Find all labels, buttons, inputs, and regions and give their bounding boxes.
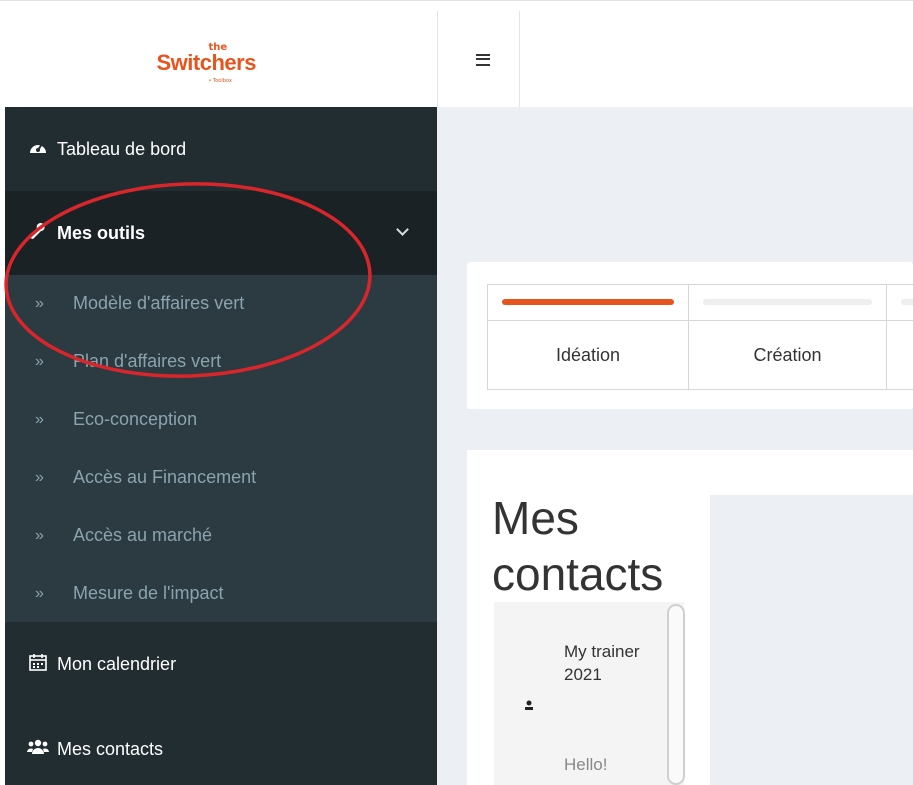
contacts-title: Mes contacts [492,492,664,600]
step-label: Création [753,344,822,365]
step-track [703,299,872,305]
double-chevron-icon: » [35,352,44,370]
switchers-logo[interactable]: the Switchers • Toolbox [149,30,289,90]
submenu-item-label: Mesure de l'impact [73,583,224,603]
main-content: Idéation Création Mes contacts My traine… [437,107,913,785]
dashboard-gauge-icon [27,139,49,160]
double-chevron-icon: » [35,294,44,312]
step-creation[interactable]: Création [689,285,887,389]
hamburger-menu-icon [476,53,490,66]
step-fill [502,299,674,305]
double-chevron-icon: » [35,584,44,602]
step-track [901,299,913,305]
sidebar-item-mes-outils[interactable]: Mes outils [5,191,437,275]
submenu-item-financement[interactable]: » Accès au Financement [5,449,437,506]
contact-name: My trainer 2021 [564,642,640,684]
submenu-item-label: Accès au Financement [73,467,257,487]
submenu-item-label: Modèle d'affaires vert [73,293,245,313]
header-divider [519,11,520,108]
step-label [887,321,913,389]
submenu-item-label: Accès au marché [73,525,213,545]
brand-logo-area[interactable]: the Switchers • Toolbox [0,11,437,108]
progress-steps: Idéation Création [487,284,913,390]
submenu-item-modele-affaires[interactable]: » Modèle d'affaires vert [5,275,437,332]
sidebar-item-calendrier[interactable]: Mon calendrier [5,622,437,706]
step-label: Idéation [555,344,621,365]
submenu-item-mesure-impact[interactable]: » Mesure de l'impact [5,565,437,622]
step-track [502,299,674,305]
sidebar-item-label: Mes outils [57,222,146,243]
double-chevron-icon: » [35,410,44,428]
progress-panel: Idéation Création [467,262,913,409]
chat-pane [710,495,913,785]
contact-last-message: Hello! [564,755,608,774]
sidebar-item-label: Mon calendrier [57,653,177,674]
header-divider [437,11,438,108]
double-chevron-icon: » [35,526,44,544]
sidebar-item-contacts[interactable]: Mes contacts [5,707,437,785]
submenu-item-label: Eco-conception [73,409,198,429]
sidebar-item-dashboard[interactable]: Tableau de bord [5,107,437,191]
user-icon [524,700,534,714]
step-bar-row [488,285,688,321]
calendar-icon [27,653,49,676]
users-icon [27,739,49,760]
step-next[interactable] [887,285,913,389]
step-bar-row [689,285,886,321]
wrench-icon [27,222,49,245]
contacts-panel: Mes contacts My trainer 2021 Hello! [467,450,913,785]
double-chevron-icon: » [35,468,44,486]
chevron-down-icon[interactable] [396,223,409,236]
contacts-scrollbar[interactable] [667,604,685,785]
logo-sub-text: • Toolbox [208,77,232,84]
submenu-item-plan-affaires[interactable]: » Plan d'affaires vert [5,333,437,390]
submenu-item-marche[interactable]: » Accès au marché [5,507,437,564]
submenu-item-label: Plan d'affaires vert [73,351,222,371]
logo-main-text: Switchers [156,49,257,75]
step-ideation[interactable]: Idéation [488,285,689,389]
sidebar-item-label: Tableau de bord [57,138,187,159]
sidebar-toggle-button[interactable] [447,11,519,108]
sidebar-item-label: Mes contacts [57,738,164,759]
sidebar: Tableau de bord Mes outils » Modèle d'af… [5,107,437,785]
top-header: the Switchers • Toolbox [0,0,913,108]
mes-outils-submenu: » Modèle d'affaires vert » Plan d'affair… [5,275,437,622]
step-bar-row [887,285,913,321]
contact-list-item[interactable]: My trainer 2021 Hello! [494,602,685,785]
submenu-item-eco-conception[interactable]: » Eco-conception [5,391,437,448]
